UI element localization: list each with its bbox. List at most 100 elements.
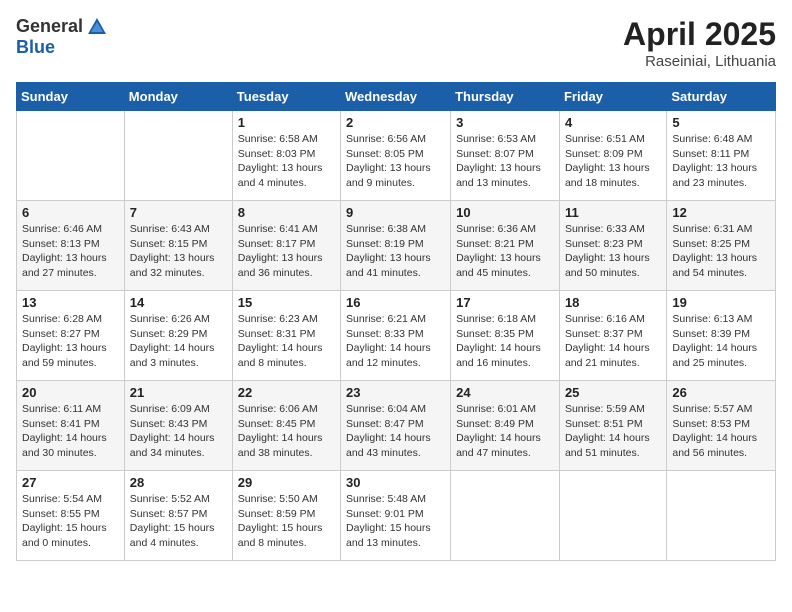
calendar-cell: 29 Sunrise: 5:50 AM Sunset: 8:59 PM Dayli…: [232, 471, 340, 561]
calendar-cell: [17, 111, 125, 201]
col-header-tuesday: Tuesday: [232, 83, 340, 111]
calendar-cell: 18Sunrise: 6:16 AM Sunset: 8:37 PM Dayli…: [559, 291, 666, 381]
calendar-cell: [667, 471, 776, 561]
day-number: 17: [456, 295, 554, 310]
day-info: Sunrise: 6:01 AM Sunset: 8:49 PM Dayligh…: [456, 402, 554, 461]
week-row-1: 1 Sunrise: 6:58 AM Sunset: 8:03 PM Daylig…: [17, 111, 776, 201]
month-title: April 2025: [623, 16, 776, 53]
calendar-cell: 26Sunrise: 5:57 AM Sunset: 8:53 PM Dayli…: [667, 381, 776, 471]
col-header-thursday: Thursday: [451, 83, 560, 111]
col-header-wednesday: Wednesday: [341, 83, 451, 111]
calendar-cell: 2Sunrise: 6:56 AM Sunset: 8:05 PM Daylig…: [341, 111, 451, 201]
calendar-cell: 3 Sunrise: 6:53 AM Sunset: 8:07 PM Daylig…: [451, 111, 560, 201]
day-info: Sunrise: 6:36 AM Sunset: 8:21 PM Dayligh…: [456, 222, 554, 281]
day-number: 25: [565, 385, 661, 400]
calendar-cell: 7Sunrise: 6:43 AM Sunset: 8:15 PM Daylig…: [124, 201, 232, 291]
day-info: Sunrise: 5:52 AM Sunset: 8:57 PM Dayligh…: [130, 492, 227, 551]
calendar-cell: [124, 111, 232, 201]
day-info: Sunrise: 5:50 AM Sunset: 8:59 PM Dayligh…: [238, 492, 335, 551]
calendar-cell: 23 Sunrise: 6:04 AM Sunset: 8:47 PM Dayli…: [341, 381, 451, 471]
day-number: 1: [238, 115, 335, 130]
calendar-cell: 6Sunrise: 6:46 AM Sunset: 8:13 PM Daylig…: [17, 201, 125, 291]
calendar-table: SundayMondayTuesdayWednesdayThursdayFrid…: [16, 82, 776, 561]
week-row-5: 27 Sunrise: 5:54 AM Sunset: 8:55 PM Dayli…: [17, 471, 776, 561]
day-number: 11: [565, 205, 661, 220]
calendar-cell: 17Sunrise: 6:18 AM Sunset: 8:35 PM Dayli…: [451, 291, 560, 381]
location-title: Raseiniai, Lithuania: [623, 53, 776, 70]
day-number: 26: [672, 385, 770, 400]
day-info: Sunrise: 6:58 AM Sunset: 8:03 PM Dayligh…: [238, 132, 335, 191]
logo-general: General: [16, 17, 83, 37]
calendar-cell: 5 Sunrise: 6:48 AM Sunset: 8:11 PM Daylig…: [667, 111, 776, 201]
calendar-cell: 30 Sunrise: 5:48 AM Sunset: 9:01 PM Dayli…: [341, 471, 451, 561]
col-header-saturday: Saturday: [667, 83, 776, 111]
calendar-cell: 25Sunrise: 5:59 AM Sunset: 8:51 PM Dayli…: [559, 381, 666, 471]
day-info: Sunrise: 6:06 AM Sunset: 8:45 PM Dayligh…: [238, 402, 335, 461]
day-info: Sunrise: 6:13 AM Sunset: 8:39 PM Dayligh…: [672, 312, 770, 371]
day-number: 19: [672, 295, 770, 310]
day-info: Sunrise: 6:11 AM Sunset: 8:41 PM Dayligh…: [22, 402, 119, 461]
week-row-4: 20Sunrise: 6:11 AM Sunset: 8:41 PM Dayli…: [17, 381, 776, 471]
day-info: Sunrise: 6:56 AM Sunset: 8:05 PM Dayligh…: [346, 132, 445, 191]
day-number: 15: [238, 295, 335, 310]
day-number: 3: [456, 115, 554, 130]
day-number: 27: [22, 475, 119, 490]
day-info: Sunrise: 6:16 AM Sunset: 8:37 PM Dayligh…: [565, 312, 661, 371]
calendar-cell: 24 Sunrise: 6:01 AM Sunset: 8:49 PM Dayli…: [451, 381, 560, 471]
col-header-sunday: Sunday: [17, 83, 125, 111]
day-number: 23: [346, 385, 445, 400]
calendar-header: SundayMondayTuesdayWednesdayThursdayFrid…: [17, 83, 776, 111]
calendar-cell: 22 Sunrise: 6:06 AM Sunset: 8:45 PM Dayli…: [232, 381, 340, 471]
calendar-cell: 19 Sunrise: 6:13 AM Sunset: 8:39 PM Dayli…: [667, 291, 776, 381]
day-info: Sunrise: 6:51 AM Sunset: 8:09 PM Dayligh…: [565, 132, 661, 191]
calendar-cell: 14 Sunrise: 6:26 AM Sunset: 8:29 PM Dayli…: [124, 291, 232, 381]
calendar-cell: 28 Sunrise: 5:52 AM Sunset: 8:57 PM Dayli…: [124, 471, 232, 561]
day-info: Sunrise: 6:23 AM Sunset: 8:31 PM Dayligh…: [238, 312, 335, 371]
day-info: Sunrise: 6:41 AM Sunset: 8:17 PM Dayligh…: [238, 222, 335, 281]
day-info: Sunrise: 6:26 AM Sunset: 8:29 PM Dayligh…: [130, 312, 227, 371]
calendar-cell: 12Sunrise: 6:31 AM Sunset: 8:25 PM Dayli…: [667, 201, 776, 291]
day-number: 14: [130, 295, 227, 310]
calendar-cell: 1 Sunrise: 6:58 AM Sunset: 8:03 PM Daylig…: [232, 111, 340, 201]
calendar-cell: 20Sunrise: 6:11 AM Sunset: 8:41 PM Dayli…: [17, 381, 125, 471]
week-row-3: 13Sunrise: 6:28 AM Sunset: 8:27 PM Dayli…: [17, 291, 776, 381]
col-header-monday: Monday: [124, 83, 232, 111]
day-number: 24: [456, 385, 554, 400]
day-info: Sunrise: 6:33 AM Sunset: 8:23 PM Dayligh…: [565, 222, 661, 281]
logo-blue: Blue: [16, 37, 55, 57]
day-info: Sunrise: 5:48 AM Sunset: 9:01 PM Dayligh…: [346, 492, 445, 551]
day-info: Sunrise: 6:48 AM Sunset: 8:11 PM Dayligh…: [672, 132, 770, 191]
calendar-cell: 8 Sunrise: 6:41 AM Sunset: 8:17 PM Daylig…: [232, 201, 340, 291]
day-number: 5: [672, 115, 770, 130]
logo-icon: [86, 16, 108, 38]
day-number: 22: [238, 385, 335, 400]
day-info: Sunrise: 6:28 AM Sunset: 8:27 PM Dayligh…: [22, 312, 119, 371]
day-number: 4: [565, 115, 661, 130]
day-info: Sunrise: 6:53 AM Sunset: 8:07 PM Dayligh…: [456, 132, 554, 191]
calendar-cell: 16Sunrise: 6:21 AM Sunset: 8:33 PM Dayli…: [341, 291, 451, 381]
day-number: 10: [456, 205, 554, 220]
day-number: 8: [238, 205, 335, 220]
day-number: 29: [238, 475, 335, 490]
calendar-cell: 21 Sunrise: 6:09 AM Sunset: 8:43 PM Dayli…: [124, 381, 232, 471]
day-number: 12: [672, 205, 770, 220]
calendar-cell: [559, 471, 666, 561]
calendar-cell: 11 Sunrise: 6:33 AM Sunset: 8:23 PM Dayli…: [559, 201, 666, 291]
week-row-2: 6Sunrise: 6:46 AM Sunset: 8:13 PM Daylig…: [17, 201, 776, 291]
title-block: April 2025 Raseiniai, Lithuania: [623, 16, 776, 70]
calendar-cell: [451, 471, 560, 561]
calendar-cell: 13Sunrise: 6:28 AM Sunset: 8:27 PM Dayli…: [17, 291, 125, 381]
day-number: 7: [130, 205, 227, 220]
page-header: General Blue April 2025 Raseiniai, Lithu…: [16, 16, 776, 70]
logo: General Blue: [16, 16, 108, 58]
day-info: Sunrise: 6:46 AM Sunset: 8:13 PM Dayligh…: [22, 222, 119, 281]
day-info: Sunrise: 6:04 AM Sunset: 8:47 PM Dayligh…: [346, 402, 445, 461]
col-header-friday: Friday: [559, 83, 666, 111]
day-info: Sunrise: 5:54 AM Sunset: 8:55 PM Dayligh…: [22, 492, 119, 551]
day-number: 30: [346, 475, 445, 490]
calendar-cell: 9Sunrise: 6:38 AM Sunset: 8:19 PM Daylig…: [341, 201, 451, 291]
day-info: Sunrise: 6:38 AM Sunset: 8:19 PM Dayligh…: [346, 222, 445, 281]
day-info: Sunrise: 6:09 AM Sunset: 8:43 PM Dayligh…: [130, 402, 227, 461]
day-number: 21: [130, 385, 227, 400]
day-number: 28: [130, 475, 227, 490]
